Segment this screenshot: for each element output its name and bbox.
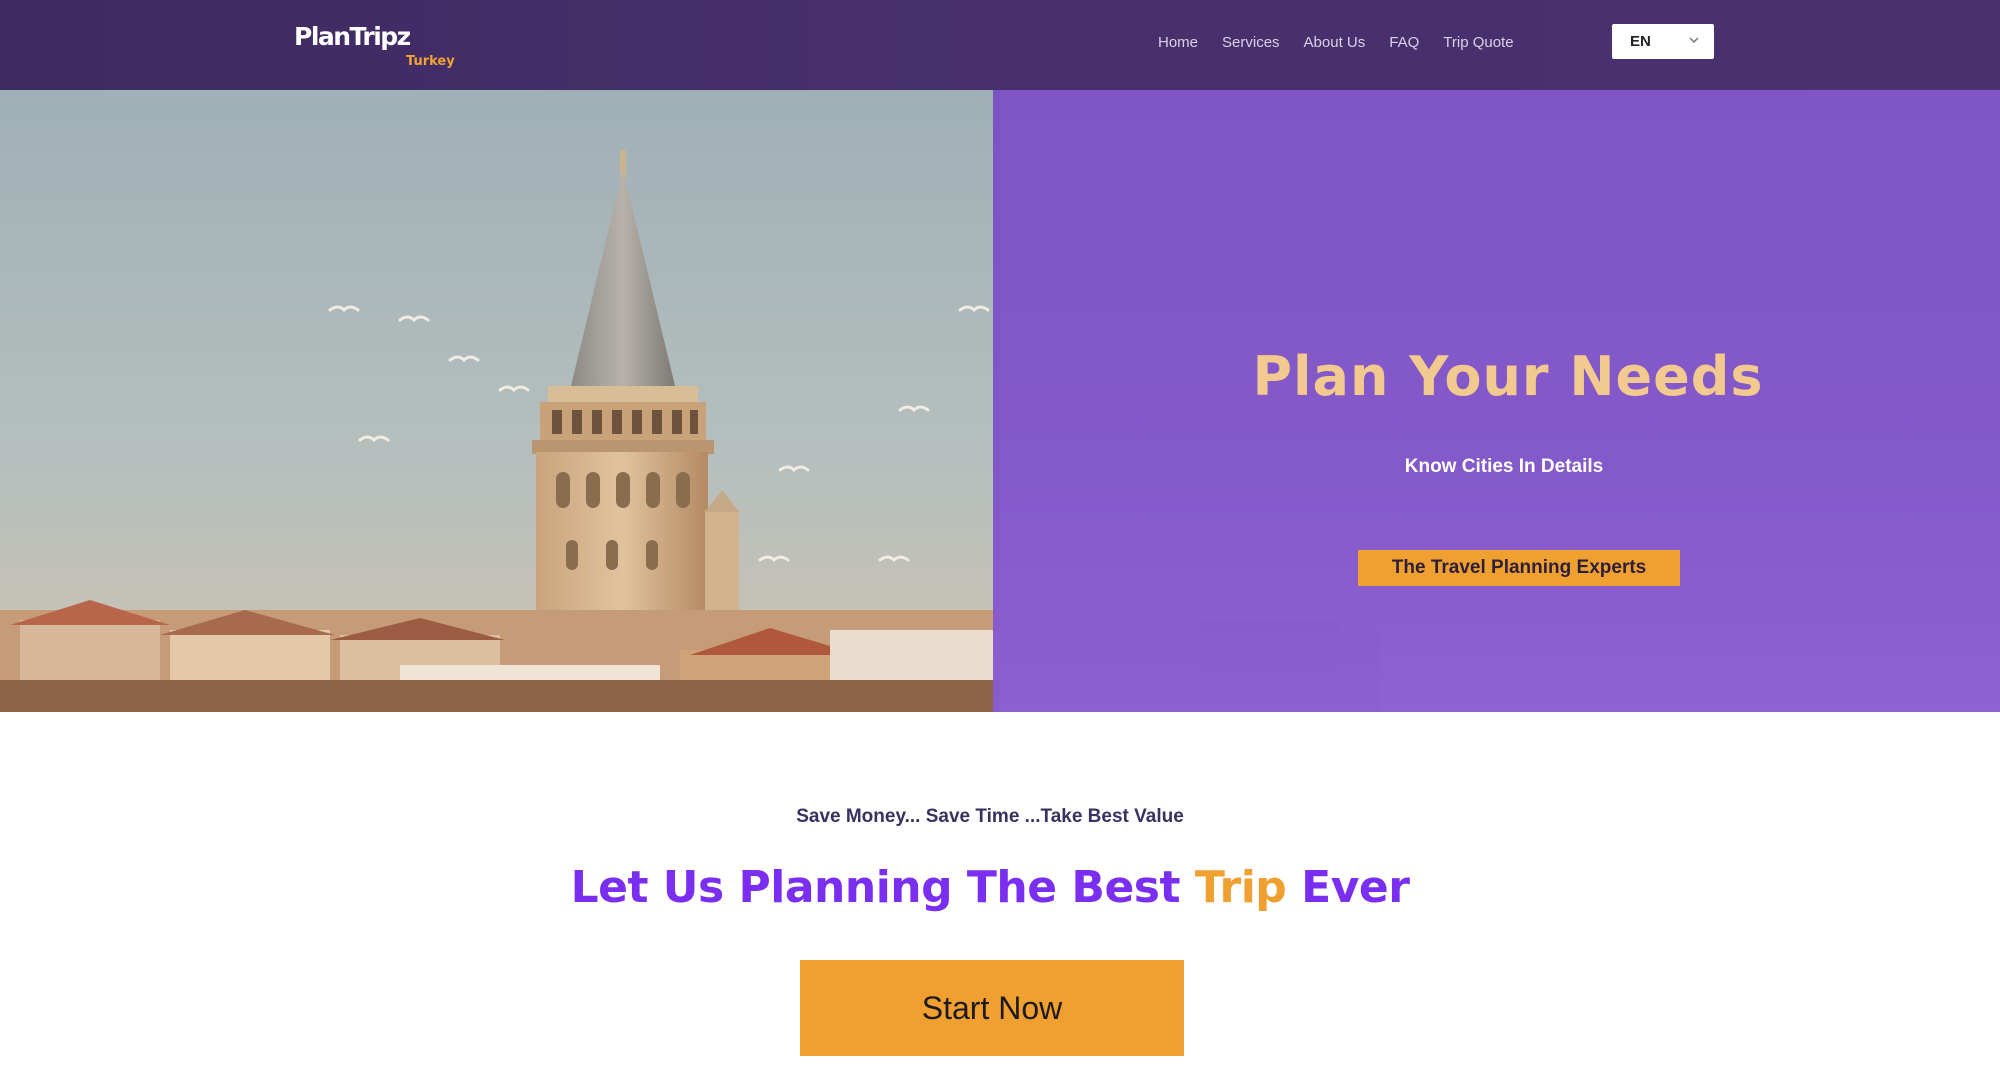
hero-badge: The Travel Planning Experts <box>1358 550 1680 586</box>
nav-item-services[interactable]: Services <box>1222 34 1280 51</box>
language-select[interactable]: EN <box>1612 24 1714 59</box>
cta-tagline: Save Money... Save Time ...Take Best Val… <box>796 806 1184 827</box>
language-value: EN <box>1630 33 1651 50</box>
cta-headline-part1: Let Us Planning The Best <box>570 862 1195 913</box>
brand-name: PlanTripz <box>294 22 411 51</box>
hero-title: Plan Your Needs <box>1252 345 1764 408</box>
nav-item-about-us[interactable]: About Us <box>1304 34 1366 51</box>
brand-logo[interactable]: PlanTripz Turkey <box>294 22 474 82</box>
start-now-button[interactable]: Start Now <box>800 960 1184 1056</box>
brand-subtitle: Turkey <box>406 54 455 69</box>
hero-banner: Plan Your Needs Know Cities In Details T… <box>0 90 2000 712</box>
nav-item-faq[interactable]: FAQ <box>1389 34 1419 51</box>
cta-headline-accent: Trip <box>1194 862 1287 913</box>
chevron-down-icon <box>1689 37 1699 44</box>
cta-headline: Let Us Planning The Best Trip Ever <box>520 862 1460 913</box>
hero-subtitle: Know Cities In Details <box>1404 456 1604 477</box>
main-nav: Home Services About Us FAQ Trip Quote <box>1158 30 1514 54</box>
nav-item-home[interactable]: Home <box>1158 34 1198 51</box>
cta-headline-part2: Ever <box>1286 862 1410 913</box>
top-navbar: PlanTripz Turkey Home Services About Us … <box>0 0 2000 90</box>
nav-item-trip-quote[interactable]: Trip Quote <box>1443 34 1513 51</box>
